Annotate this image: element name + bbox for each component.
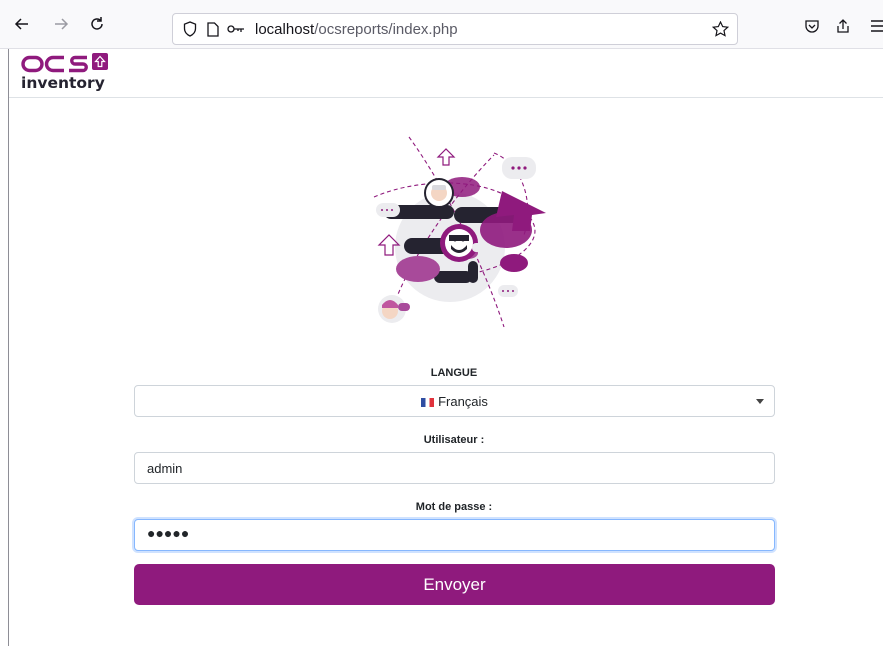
logo-wordmark: inventory	[21, 74, 105, 92]
page-icon[interactable]	[204, 20, 222, 38]
ocs-inventory-logo[interactable]: inventory	[20, 53, 112, 93]
language-select[interactable]: Français	[134, 385, 775, 417]
pocket-button[interactable]	[800, 14, 824, 38]
reload-icon	[91, 17, 103, 30]
url-path: /ocsreports/index.php	[314, 21, 458, 38]
username-input[interactable]: admin	[134, 452, 775, 484]
language-label: LANGUE	[430, 367, 478, 379]
password-label: Mot de passe :	[415, 501, 493, 513]
reload-button[interactable]	[83, 10, 111, 38]
submit-button[interactable]: Envoyer	[134, 564, 775, 605]
key-icon[interactable]	[227, 20, 245, 38]
url-host: localhost	[255, 21, 315, 38]
url-text[interactable]: localhost/ocsreports/index.php	[255, 21, 458, 38]
language-selected-value: Français	[438, 394, 488, 409]
hamburger-menu-icon	[871, 20, 883, 32]
login-illustration	[373, 136, 546, 328]
browser-toolbar: localhost/ocsreports/index.php	[0, 0, 883, 49]
password-masked-value: ●●●●●	[147, 525, 190, 541]
share-icon	[837, 19, 849, 33]
pocket-icon	[805, 19, 819, 33]
password-input[interactable]: ●●●●●	[134, 519, 775, 551]
app-header: inventory	[9, 49, 883, 98]
shield-icon[interactable]	[181, 20, 199, 38]
page-content: inventory LANGUE Français Utilisateur: …	[8, 49, 883, 646]
username-value: admin	[147, 461, 183, 476]
address-bar[interactable]: localhost/ocsreports/index.php	[172, 13, 738, 45]
forward-button[interactable]	[47, 10, 75, 38]
back-button[interactable]	[8, 10, 36, 38]
arrow-left-icon	[14, 18, 28, 30]
share-button[interactable]	[831, 14, 855, 38]
chevron-down-icon	[756, 399, 764, 404]
arrow-right-icon	[55, 18, 69, 30]
star-icon[interactable]	[711, 20, 729, 38]
menu-button[interactable]	[866, 14, 883, 38]
france-flag-icon	[421, 398, 435, 407]
user-label: Utilisateur :	[423, 434, 485, 446]
